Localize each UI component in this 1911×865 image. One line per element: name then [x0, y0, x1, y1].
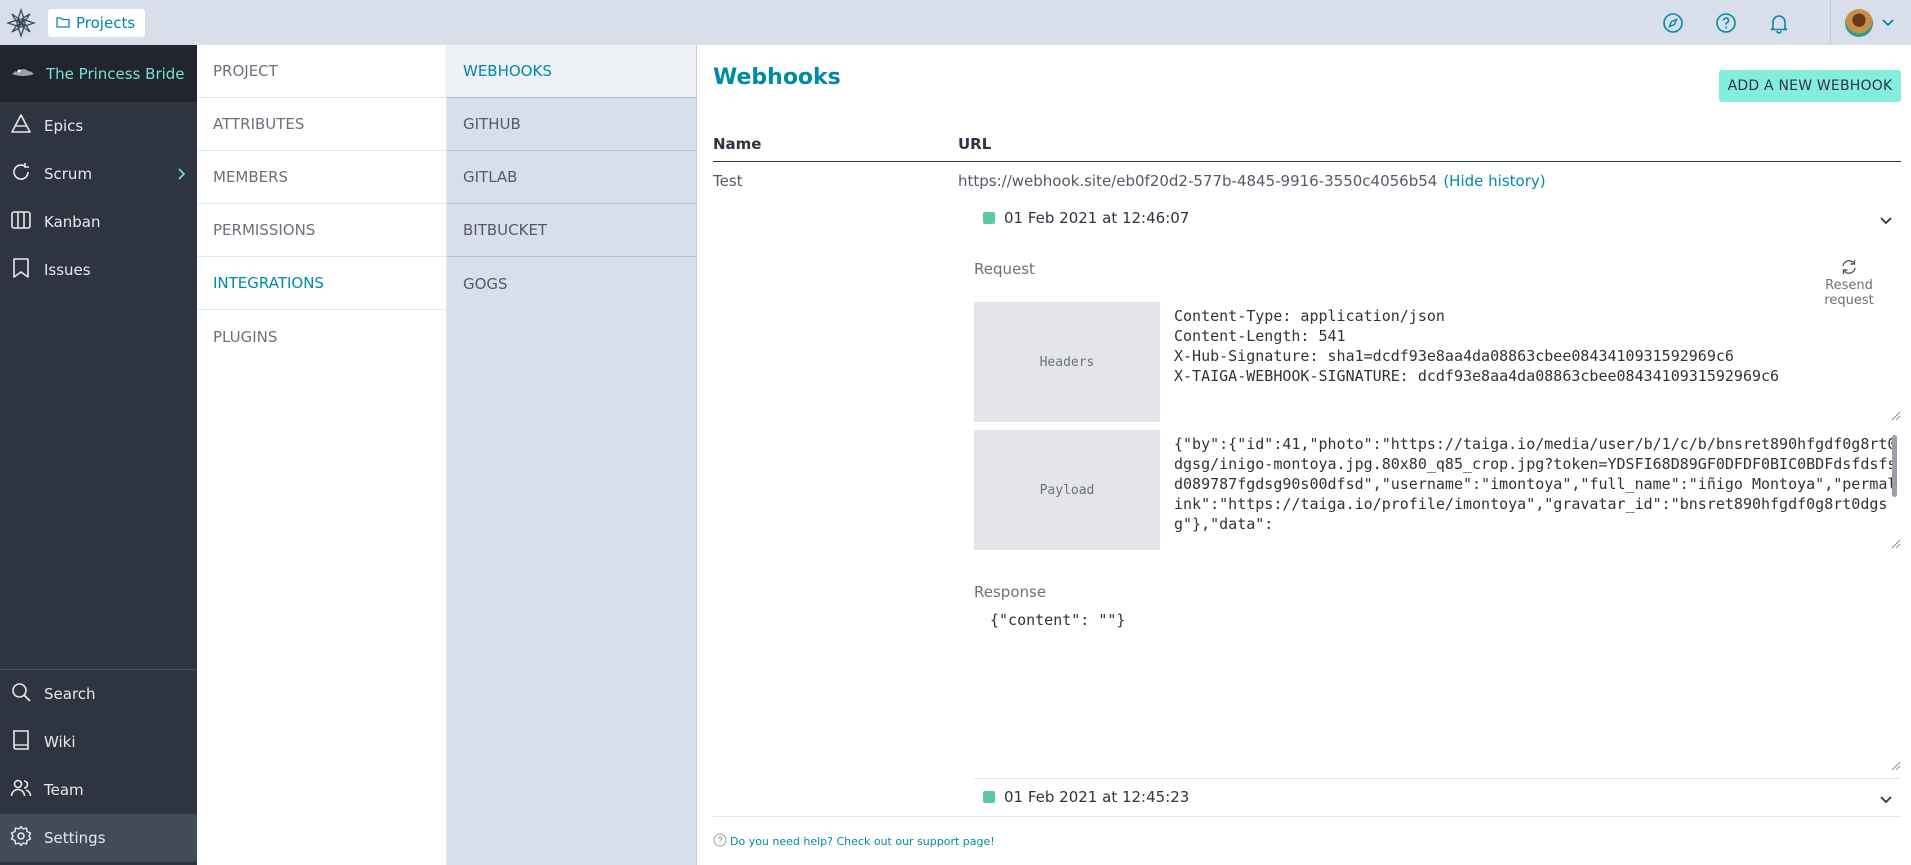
request-label: Request [974, 260, 1035, 278]
nav-item-label: Wiki [44, 733, 76, 751]
resize-handle-icon[interactable] [1891, 539, 1901, 549]
settings-menu-members[interactable]: MEMBERS [197, 151, 446, 204]
hide-history-link[interactable]: (Hide history) [1443, 172, 1545, 190]
settings-menu-plugins[interactable]: PLUGINS [197, 310, 446, 363]
nav-item-epics[interactable]: Epics [0, 102, 197, 150]
settings-menu: PROJECT ATTRIBUTES MEMBERS PERMISSIONS I… [197, 45, 447, 865]
kanban-icon [10, 209, 32, 235]
chevron-right-icon[interactable] [177, 166, 186, 184]
main-navigation: The Princess Bride Epics Scrum Kanban Is… [0, 45, 197, 865]
nav-item-scrum[interactable]: Scrum [0, 150, 197, 198]
history-timestamp: 01 Feb 2021 at 12:46:07 [1004, 209, 1190, 227]
nav-item-label: Kanban [44, 213, 101, 231]
add-webhook-button[interactable]: ADD A NEW WEBHOOK [1719, 70, 1901, 102]
webhooks-panel: Webhooks ADD A NEW WEBHOOK Name URL Test… [697, 45, 1911, 865]
history-timestamp: 01 Feb 2021 at 12:45:23 [1004, 788, 1190, 806]
status-indicator [983, 212, 995, 224]
divider [1830, 0, 1831, 45]
webhook-url: https://webhook.site/eb0f20d2-577b-4845-… [958, 172, 1438, 190]
webhook-url-cell: https://webhook.site/eb0f20d2-577b-4845-… [958, 172, 1546, 190]
webhook-name: Test [713, 172, 743, 190]
project-logo-icon [10, 62, 36, 86]
refresh-icon [1799, 258, 1899, 276]
projects-label: Projects [76, 13, 136, 32]
payload-textarea[interactable]: {"by":{"id":41,"photo":"https://taiga.io… [1174, 434, 1901, 546]
project-name: The Princess Bride [46, 64, 185, 83]
nav-item-label: Scrum [44, 165, 93, 183]
nav-item-label: Search [44, 685, 96, 703]
folder-icon [56, 14, 70, 32]
settings-menu-attributes[interactable]: ATTRIBUTES [197, 98, 446, 151]
help-icon[interactable] [1713, 10, 1739, 36]
headers-label: Headers [974, 302, 1160, 422]
response-textarea[interactable]: {"content": ""} [990, 611, 1125, 629]
bell-icon[interactable] [1766, 10, 1792, 36]
nav-item-label: Settings [44, 829, 106, 847]
search-icon [10, 681, 32, 707]
integrations-menu-github[interactable]: GITHUB [447, 98, 696, 151]
help-icon [713, 833, 727, 850]
nav-bottom-section: Search Wiki Team Settings [0, 669, 197, 862]
nav-item-search[interactable]: Search [0, 670, 197, 718]
resend-request-button[interactable]: Resend request [1799, 258, 1899, 308]
top-bar: Projects [0, 0, 1911, 45]
integrations-menu-webhooks[interactable]: WEBHOOKS [447, 45, 696, 98]
nav-item-label: Issues [44, 261, 91, 279]
nav-item-settings[interactable]: Settings [0, 814, 197, 862]
support-link[interactable]: Do you need help? Check out our support … [713, 833, 995, 850]
response-label: Response [974, 583, 1047, 601]
team-icon [10, 777, 32, 803]
nav-item-label: Team [44, 781, 84, 799]
column-header-name: Name [713, 135, 762, 153]
taiga-logo-icon[interactable] [0, 0, 42, 45]
page-title: Webhooks [713, 65, 841, 90]
settings-menu-integrations[interactable]: INTEGRATIONS [197, 257, 446, 310]
resend-request-label: Resend request [1824, 278, 1874, 308]
integrations-menu-gitlab[interactable]: GITLAB [447, 151, 696, 204]
wiki-icon [10, 729, 32, 755]
status-indicator [983, 791, 995, 803]
projects-button[interactable]: Projects [48, 8, 146, 37]
nav-item-team[interactable]: Team [0, 766, 197, 814]
nav-item-wiki[interactable]: Wiki [0, 718, 197, 766]
divider [713, 816, 1901, 817]
divider [713, 161, 1901, 162]
support-link-text: Do you need help? Check out our support … [730, 835, 995, 848]
gear-icon [10, 825, 32, 851]
project-link[interactable]: The Princess Bride [0, 45, 197, 102]
settings-menu-permissions[interactable]: PERMISSIONS [197, 204, 446, 257]
nav-item-kanban[interactable]: Kanban [0, 198, 197, 246]
payload-label: Payload [974, 430, 1160, 550]
epics-icon [10, 113, 32, 139]
nav-item-issues[interactable]: Issues [0, 246, 197, 294]
chevron-down-icon[interactable] [1879, 791, 1893, 809]
integrations-menu-gogs[interactable]: GOGS [447, 257, 696, 310]
resize-handle-icon[interactable] [1891, 411, 1901, 421]
chevron-down-icon[interactable] [1881, 18, 1895, 28]
compass-icon[interactable] [1660, 10, 1686, 36]
history-entry-header[interactable]: 01 Feb 2021 at 12:46:07 [974, 200, 1901, 236]
integrations-menu-bitbucket[interactable]: BITBUCKET [447, 204, 696, 257]
avatar[interactable] [1845, 8, 1873, 37]
scrollbar[interactable] [1892, 435, 1897, 497]
settings-menu-project[interactable]: PROJECT [197, 45, 446, 98]
chevron-down-icon[interactable] [1879, 212, 1893, 230]
nav-item-label: Epics [44, 117, 84, 135]
issues-icon [10, 257, 32, 283]
integrations-menu: WEBHOOKS GITHUB GITLAB BITBUCKET GOGS [447, 45, 697, 865]
resize-handle-icon[interactable] [1891, 761, 1901, 771]
history-entry-header[interactable]: 01 Feb 2021 at 12:45:23 [974, 779, 1901, 815]
column-header-url: URL [958, 135, 992, 153]
scrum-icon [10, 161, 32, 187]
headers-textarea[interactable]: Content-Type: application/json Content-L… [1174, 306, 1901, 418]
